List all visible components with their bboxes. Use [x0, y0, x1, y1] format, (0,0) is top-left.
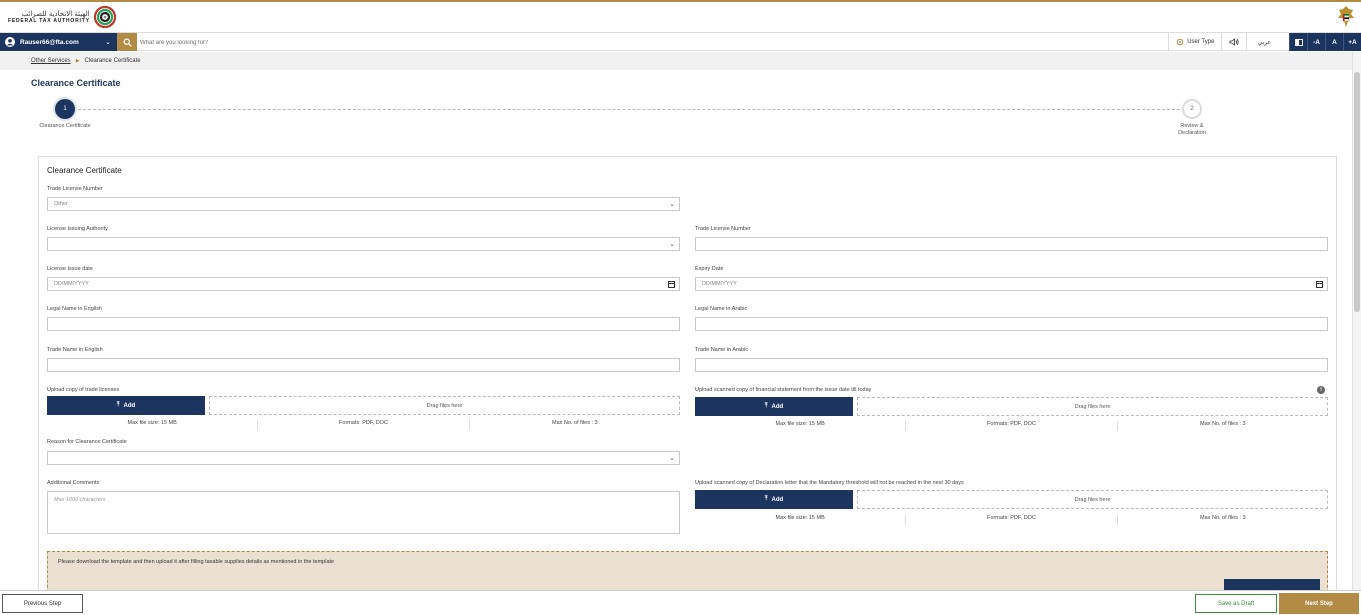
- upload-declaration-label: Upload scanned copy of Declaration lette…: [695, 480, 964, 486]
- breadcrumb-current: Clearance Certificate: [84, 58, 141, 64]
- step-1-label: Clearance Certificate: [39, 123, 91, 129]
- gear-icon: [1176, 38, 1184, 46]
- contrast-toggle[interactable]: [1289, 33, 1307, 51]
- license-issue-date-label: License Issue date: [47, 266, 93, 272]
- reason-select[interactable]: ⌄: [47, 451, 680, 465]
- clearance-form-card: Clearance Certificate Trade License Numb…: [38, 156, 1337, 607]
- form-footer: Previous Step Save as Draft Next Step: [0, 590, 1361, 615]
- license-issuing-authority-select[interactable]: ⌄: [47, 237, 680, 251]
- font-increase-button[interactable]: +A: [1343, 33, 1361, 51]
- next-step-button[interactable]: Next Step: [1279, 593, 1359, 614]
- upload-financial-label: Upload scanned copy of financial stateme…: [695, 387, 872, 393]
- search-icon: [123, 38, 132, 47]
- calendar-icon[interactable]: [668, 281, 675, 288]
- declaration-file-info: Max file size: 15 MB Formats: PDF, DOC M…: [695, 515, 1328, 525]
- additional-comments-textarea[interactable]: Max 1000 characters: [47, 491, 680, 534]
- user-type-label: User Type: [1187, 39, 1215, 45]
- previous-step-button[interactable]: Previous Step: [2, 594, 83, 613]
- text-to-speech-button[interactable]: [1221, 33, 1246, 51]
- financial-statement-drop-zone[interactable]: Drag files here: [857, 397, 1328, 416]
- progress-stepper: 1 Clearance Certificate 2 Review & Decla…: [0, 98, 1352, 143]
- chevron-down-icon: ⌄: [669, 201, 675, 208]
- trade-name-ar-label: Trade Name in Arabic: [695, 347, 748, 353]
- calendar-icon[interactable]: [1316, 281, 1323, 288]
- contrast-icon: [1294, 38, 1303, 46]
- user-type-selector[interactable]: User Type: [1168, 33, 1221, 51]
- trade-license-number-input[interactable]: [695, 237, 1328, 251]
- upload-trade-license-label: Upload copy of trade licenses: [47, 387, 120, 393]
- fta-logo[interactable]: الهيئة الاتحادية للضرائب FEDERAL TAX AUT…: [8, 6, 116, 28]
- expiry-date-label: Expiry Date: [695, 266, 724, 272]
- chevron-down-icon: ⌄: [105, 39, 111, 46]
- legal-name-en-input[interactable]: [47, 317, 680, 331]
- step-1-indicator: 1: [55, 99, 75, 119]
- license-issuing-authority-label: License Issuing Authority: [47, 226, 108, 232]
- step-2-indicator: 2: [1182, 99, 1202, 119]
- trade-name-ar-input[interactable]: [695, 358, 1328, 372]
- declaration-drop-zone[interactable]: Drag files here: [857, 490, 1328, 509]
- breadcrumb: Other Services ▶ Clearance Certificate: [0, 52, 1352, 70]
- legal-name-ar-label: Legal Name in Arabic: [695, 306, 748, 312]
- license-issue-date-input[interactable]: DD/MM/YYYY: [47, 277, 680, 291]
- chevron-down-icon: ⌄: [669, 241, 675, 248]
- financial-statement-file-info: Max file size: 15 MB Formats: PDF, DOC M…: [695, 421, 1328, 431]
- trade-license-drop-zone[interactable]: Drag files here: [209, 396, 680, 415]
- template-notice-text: Please download the template and then up…: [58, 559, 335, 565]
- upload-icon: ⤒: [764, 403, 768, 409]
- trade-license-number-label: Trade License Number: [47, 186, 103, 192]
- top-navbar: Rauser66@fta.com ⌄ User Type عربي: [0, 32, 1361, 51]
- save-draft-button[interactable]: Save as Draft: [1195, 594, 1277, 613]
- add-declaration-button[interactable]: ⤒ Add: [695, 490, 853, 509]
- expiry-date-input[interactable]: DD/MM/YYYY: [695, 277, 1328, 291]
- fta-logo-mark-icon: [93, 6, 116, 28]
- upload-icon: ⤒: [116, 402, 120, 408]
- scrollbar-thumb[interactable]: [1354, 72, 1360, 312]
- reason-label: Reason for Clearance Certificate: [47, 439, 127, 445]
- site-header: الهيئة الاتحادية للضرائب FEDERAL TAX AUT…: [0, 2, 1361, 32]
- breadcrumb-separator-icon: ▶: [75, 58, 80, 64]
- form-section-title: Clearance Certificate: [47, 166, 122, 175]
- trade-license-number-select[interactable]: Other ⌄: [47, 197, 680, 211]
- add-trade-license-button[interactable]: ⤒ Add: [47, 396, 205, 415]
- legal-name-en-label: Legal Name in English: [47, 306, 103, 312]
- font-normal-button[interactable]: A: [1325, 33, 1343, 51]
- page-title: Clearance Certificate: [31, 78, 121, 88]
- upload-icon: ⤒: [764, 496, 768, 502]
- page-scrollbar[interactable]: [1352, 52, 1361, 590]
- breadcrumb-link-other-services[interactable]: Other Services: [31, 58, 71, 64]
- uae-emblem-icon: [1338, 6, 1354, 27]
- font-decrease-button[interactable]: -A: [1307, 33, 1325, 51]
- logo-english-text: FEDERAL TAX AUTHORITY: [8, 18, 90, 24]
- logo-arabic-text: الهيئة الاتحادية للضرائب: [21, 10, 90, 18]
- additional-comments-label: Additional Comments: [47, 480, 100, 486]
- user-avatar-icon: [5, 37, 15, 47]
- speaker-icon: [1230, 38, 1240, 46]
- add-financial-statement-button[interactable]: ⤒ Add: [695, 397, 853, 416]
- trade-license-number-text-label: Trade License Number: [695, 226, 751, 232]
- legal-name-ar-input[interactable]: [695, 317, 1328, 331]
- user-account-dropdown[interactable]: Rauser66@fta.com ⌄: [0, 33, 117, 51]
- info-icon[interactable]: !: [1317, 386, 1325, 394]
- language-toggle[interactable]: عربي: [1246, 33, 1281, 51]
- search-button[interactable]: [117, 33, 137, 51]
- trade-name-en-label: Trade Name in English: [47, 347, 103, 353]
- chevron-down-icon: ⌄: [669, 455, 675, 462]
- trade-license-file-info: Max file size: 15 MB Formats: PDF, DOC M…: [47, 420, 680, 430]
- trade-name-en-input[interactable]: [47, 358, 680, 372]
- username-label: Rauser66@fta.com: [20, 38, 79, 46]
- stepper-line: [73, 109, 1180, 110]
- search-input[interactable]: [140, 36, 740, 49]
- step-2-label: Review & Declaration: [1178, 123, 1206, 136]
